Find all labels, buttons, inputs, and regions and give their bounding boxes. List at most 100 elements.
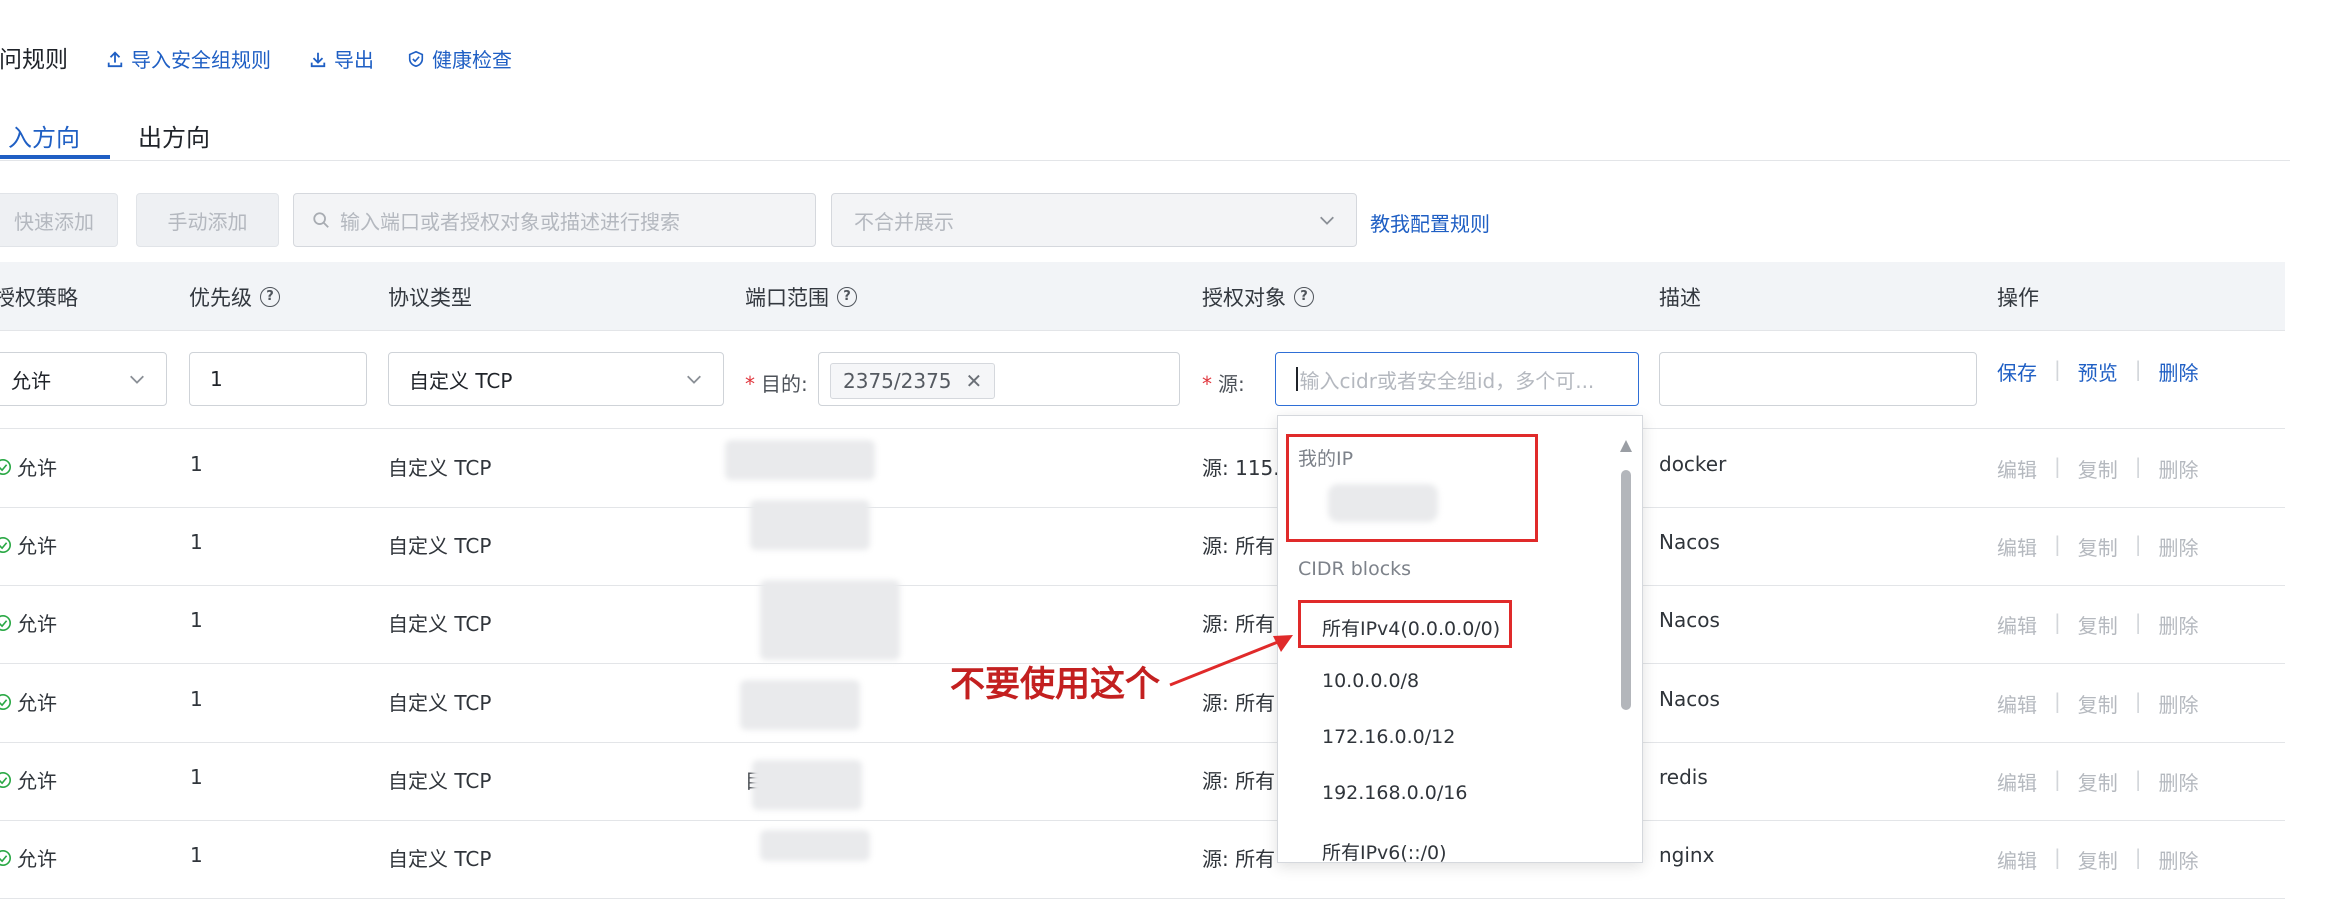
delete-button[interactable]: 删除 — [2159, 454, 2199, 483]
source-input[interactable]: 输入cidr或者安全组id，多个可... — [1275, 352, 1639, 406]
edit-row-actions: 保存 | 预览 | 删除 — [1997, 357, 2199, 386]
manual-add-button[interactable]: 手动添加 — [136, 193, 279, 247]
option-all-ipv6[interactable]: 所有IPv6(::/0) — [1322, 838, 1447, 862]
protocol-select-value: 自定义 TCP — [409, 368, 513, 393]
edit-button[interactable]: 编辑 — [1997, 610, 2037, 639]
source-cell: 源: 所有 — [1202, 847, 1276, 871]
policy-cell: 允许 — [0, 843, 57, 872]
col-actions: 操作 — [1997, 282, 2039, 312]
col-description: 描述 — [1659, 282, 1701, 312]
option-172-16-12[interactable]: 172.16.0.0/12 — [1322, 726, 1455, 748]
divider: | — [2054, 454, 2061, 478]
tab-inbound[interactable]: 入方向 — [8, 118, 80, 153]
copy-button[interactable]: 复制 — [2078, 845, 2118, 874]
policy-select[interactable]: 允许 — [0, 352, 167, 406]
edit-button[interactable]: 编辑 — [1997, 532, 2037, 561]
delete-button[interactable]: 删除 — [2159, 532, 2199, 561]
edit-button[interactable]: 编辑 — [1997, 767, 2037, 796]
tab-outbound[interactable]: 出方向 — [138, 118, 210, 153]
tab-divider — [0, 160, 2290, 161]
scroll-up-icon[interactable] — [1620, 440, 1632, 452]
export-link[interactable]: 导出 — [309, 44, 374, 73]
import-rules-link[interactable]: 导入安全组规则 — [106, 44, 271, 73]
delete-button[interactable]: 删除 — [2159, 610, 2199, 639]
row-actions: 编辑 | 复制 | 删除 — [1997, 610, 2199, 639]
protocol-select[interactable]: 自定义 TCP — [388, 352, 724, 406]
scroll-thumb[interactable] — [1621, 470, 1631, 710]
edit-button[interactable]: 编辑 — [1997, 845, 2037, 874]
check-circle-icon — [0, 771, 12, 788]
check-circle-icon — [0, 849, 12, 866]
config-help-link[interactable]: 教我配置规则 — [1370, 208, 1490, 237]
protocol-cell: 自定义 TCP — [388, 456, 492, 480]
col-source: 授权对象? — [1202, 282, 1314, 312]
policy-text: 允许 — [17, 612, 57, 636]
source-label-text: 源: — [1218, 372, 1245, 396]
divider: | — [2134, 454, 2142, 478]
save-button[interactable]: 保存 — [1997, 357, 2037, 386]
source-placeholder: 输入cidr或者安全组id，多个可... — [1299, 368, 1595, 393]
row-divider — [0, 742, 2285, 743]
check-circle-icon — [0, 458, 12, 475]
help-icon[interactable]: ? — [837, 287, 857, 307]
row-divider — [0, 428, 2285, 429]
help-icon[interactable]: ? — [260, 287, 280, 307]
port-tag-value: 2375/2375 — [843, 369, 952, 393]
divider: | — [2134, 532, 2142, 556]
source-cell: 源: 所有 — [1202, 534, 1276, 558]
chevron-down-icon — [130, 375, 144, 384]
annotation-arrow-icon — [1169, 635, 1293, 687]
divider: | — [2054, 767, 2061, 791]
preview-button[interactable]: 预览 — [2078, 357, 2118, 386]
copy-button[interactable]: 复制 — [2078, 767, 2118, 796]
option-192-168-16[interactable]: 192.168.0.0/16 — [1322, 782, 1467, 804]
policy-cell: 允许 — [0, 452, 57, 481]
copy-button[interactable]: 复制 — [2078, 610, 2118, 639]
help-icon[interactable]: ? — [1294, 287, 1314, 307]
col-port: 端口范围? — [745, 282, 857, 312]
delete-button[interactable]: 删除 — [2159, 689, 2199, 718]
divider: | — [2054, 357, 2061, 381]
dropdown-scrollbar[interactable] — [1620, 440, 1632, 862]
copy-button[interactable]: 复制 — [2078, 454, 2118, 483]
row-divider — [0, 507, 2285, 508]
policy-text: 允许 — [17, 534, 57, 558]
edit-button[interactable]: 编辑 — [1997, 689, 2037, 718]
priority-cell: 1 — [190, 765, 203, 789]
copy-button[interactable]: 复制 — [2078, 689, 2118, 718]
quick-add-button[interactable]: 快速添加 — [0, 193, 118, 247]
row-actions: 编辑 | 复制 | 删除 — [1997, 767, 2199, 796]
tab-active-indicator — [0, 155, 110, 159]
source-dropdown: 我的IP CIDR blocks 所有IPv4(0.0.0.0/0) 10.0.… — [1277, 415, 1643, 863]
priority-cell: 1 — [190, 843, 203, 867]
import-rules-label: 导入安全组规则 — [131, 48, 271, 72]
edit-button[interactable]: 编辑 — [1997, 454, 2037, 483]
divider: | — [2134, 845, 2142, 869]
search-placeholder: 输入端口或者授权对象或描述进行搜索 — [340, 209, 680, 234]
highlight-box — [1286, 434, 1538, 542]
divider: | — [2054, 689, 2061, 713]
copy-button[interactable]: 复制 — [2078, 532, 2118, 561]
source-cell: 源: 115. — [1202, 456, 1280, 480]
merge-display-select[interactable]: 不合并展示 — [831, 193, 1357, 247]
col-protocol: 协议类型 — [388, 282, 472, 312]
search-input[interactable]: 输入端口或者授权对象或描述进行搜索 — [293, 193, 816, 247]
close-icon[interactable]: ✕ — [966, 369, 983, 393]
delete-button[interactable]: 删除 — [2159, 357, 2199, 386]
chevron-down-icon — [1320, 216, 1334, 225]
policy-cell: 允许 — [0, 608, 57, 637]
delete-button[interactable]: 删除 — [2159, 845, 2199, 874]
delete-button[interactable]: 删除 — [2159, 767, 2199, 796]
source-label: * 源: — [1202, 372, 1245, 396]
protocol-cell: 自定义 TCP — [388, 691, 492, 715]
col-policy: 授权策略 — [0, 282, 78, 312]
divider: | — [2054, 610, 2061, 634]
option-10-8[interactable]: 10.0.0.0/8 — [1322, 670, 1419, 692]
description-cell: Nacos — [1659, 687, 1720, 711]
row-actions: 编辑 | 复制 | 删除 — [1997, 845, 2199, 874]
priority-input[interactable]: 1 — [189, 352, 367, 406]
priority-input-value: 1 — [210, 367, 223, 391]
health-check-link[interactable]: 健康检查 — [407, 44, 512, 73]
protocol-cell: 自定义 TCP — [388, 769, 492, 793]
description-input[interactable] — [1659, 352, 1977, 406]
